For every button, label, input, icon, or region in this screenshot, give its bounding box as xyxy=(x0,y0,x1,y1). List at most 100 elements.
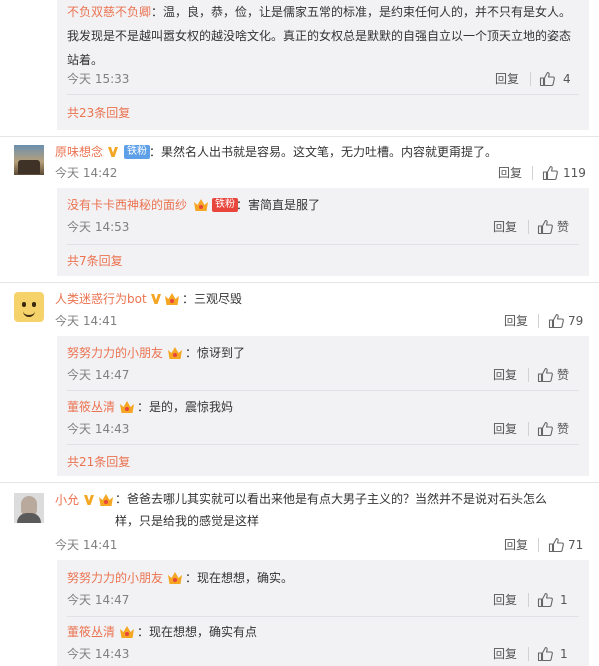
more-replies-link[interactable]: 共23条回复 xyxy=(67,104,130,122)
action-divider xyxy=(538,314,539,328)
fan-badge: 铁粉 xyxy=(124,145,150,159)
thumb-up-icon[interactable] xyxy=(548,313,564,329)
divider xyxy=(67,94,579,95)
reply-time: 今天 14:53 xyxy=(67,220,130,234)
action-divider xyxy=(538,538,539,552)
like-count: 79 xyxy=(568,314,584,328)
reply-button[interactable]: 回复 xyxy=(498,164,522,182)
comment-time: 今天 14:41 xyxy=(55,314,118,328)
reply-button[interactable]: 回复 xyxy=(495,70,519,88)
reply-button[interactable]: 回复 xyxy=(493,645,517,663)
reply-line: 努努力力的小朋友 xyxy=(67,344,163,362)
reply-text-line: ：现在想想，确实有点 xyxy=(137,625,258,639)
reply-button[interactable]: 回复 xyxy=(493,218,517,236)
member-crown-icon xyxy=(168,572,182,584)
like-count: 4 xyxy=(563,72,571,86)
reply-text-line: ：现在想想，确实。 xyxy=(185,571,294,585)
reply-time: 今天 14:47 xyxy=(67,593,130,607)
reply-text: 是的，震惊我妈 xyxy=(149,400,234,414)
like-label: 赞 xyxy=(557,422,570,436)
reply-button[interactable]: 回复 xyxy=(493,366,517,384)
reply-text: 惊讶到了 xyxy=(197,346,246,360)
thumb-up-icon[interactable] xyxy=(548,537,564,553)
like-count: 1 xyxy=(560,647,568,661)
comment-line: 人类迷惑行为bot xyxy=(55,290,147,308)
thumb-up-icon[interactable] xyxy=(537,219,553,235)
reply-line: 董筱丛清 xyxy=(67,623,115,641)
thumb-up-icon[interactable] xyxy=(537,367,553,383)
like-count: 71 xyxy=(568,538,584,552)
comment-text: 果然名人出书就是容易。这文笔，无力吐槽。内容就更甭提了。 xyxy=(161,145,498,159)
reply-card: 没有卡卡西神秘的面纱 铁粉 ：害简直是服了 今天 14:53 回复 赞 共7条回… xyxy=(57,188,589,276)
reply-username[interactable]: 董筱丛清 xyxy=(67,400,115,414)
reply-line: 董筱丛清 xyxy=(67,398,115,416)
reply-username[interactable]: 努努力力的小朋友 xyxy=(67,346,163,360)
comment-username[interactable]: 原味想念 xyxy=(55,145,103,159)
comment-line: 原味想念 xyxy=(55,143,103,161)
comment-username[interactable]: 小允 xyxy=(55,493,79,507)
comment-text-block: ：爸爸去哪儿其实就可以看出来他是有点大男子主义的？当然并不是说对石头怎么样，只是… xyxy=(115,492,548,528)
thread-divider xyxy=(0,482,599,483)
reply-username[interactable]: 董筱丛清 xyxy=(67,625,115,639)
reply-time: 今天 14:47 xyxy=(67,368,130,382)
reply-button[interactable]: 回复 xyxy=(493,591,517,609)
action-divider xyxy=(528,368,529,382)
more-replies-link[interactable]: 共21条回复 xyxy=(67,453,130,471)
reply-text: 害简直是服了 xyxy=(248,198,321,212)
reply-card: 努努力力的小朋友 ：现在想想，确实。 今天 14:47 回复 1 董筱丛清 ：现… xyxy=(57,560,589,666)
comment-time: 今天 14:42 xyxy=(55,166,118,180)
like-label: 赞 xyxy=(557,220,570,234)
comment-text: 爸爸去哪儿其实就可以看出来他是有点大男子主义的？当然并不是说对石头怎么样，只是给… xyxy=(115,492,548,528)
reply-button[interactable]: 回复 xyxy=(504,312,528,330)
comment-thread: 不负双慈不负卿：温，良，恭，俭，让是儒家五常的标准，是约束任何人的，并不只有是女… xyxy=(0,0,599,666)
like-label: 赞 xyxy=(557,368,570,382)
action-divider xyxy=(530,72,531,86)
divider xyxy=(67,444,579,445)
comment-text: 三观尽毁 xyxy=(194,292,243,306)
member-crown-icon xyxy=(120,626,134,638)
reply-text-line: ：害简直是服了 xyxy=(236,198,321,212)
comment-username[interactable]: 人类迷惑行为bot xyxy=(55,292,147,306)
vip-v-icon xyxy=(151,294,161,304)
vip-v-icon xyxy=(108,147,118,157)
avatar[interactable] xyxy=(14,292,44,322)
colon: ： xyxy=(151,5,164,19)
thumb-up-icon[interactable] xyxy=(537,646,553,662)
avatar[interactable] xyxy=(14,493,44,523)
thumb-up-icon[interactable] xyxy=(537,421,553,437)
reply-button[interactable]: 回复 xyxy=(504,536,528,554)
avatar[interactable] xyxy=(14,145,44,175)
like-count: 119 xyxy=(563,166,586,180)
divider xyxy=(67,244,579,245)
reply-time: 今天 15:33 xyxy=(67,72,130,86)
reply-button[interactable]: 回复 xyxy=(493,420,517,438)
member-crown-icon xyxy=(120,401,134,413)
divider xyxy=(67,390,579,391)
action-divider xyxy=(528,647,529,661)
member-crown-icon xyxy=(168,347,182,359)
more-replies-link[interactable]: 共7条回复 xyxy=(67,252,123,270)
thumb-up-icon[interactable] xyxy=(537,592,553,608)
reply-text-line: ：惊讶到了 xyxy=(185,346,246,360)
member-crown-icon xyxy=(194,199,208,211)
comment-time: 今天 14:41 xyxy=(55,538,118,552)
comment-line: 小允 xyxy=(55,491,79,509)
reply-username[interactable]: 没有卡卡西神秘的面纱 xyxy=(67,198,187,212)
reply-line: 努努力力的小朋友 xyxy=(67,569,163,587)
divider xyxy=(67,616,579,617)
reply-time: 今天 14:43 xyxy=(67,422,130,436)
reply-card: 努努力力的小朋友 ：惊讶到了 今天 14:47 回复 赞 董筱丛清 ：是的，震惊… xyxy=(57,336,589,476)
thumb-up-icon[interactable] xyxy=(539,71,555,87)
thumb-up-icon[interactable] xyxy=(542,165,558,181)
action-divider xyxy=(532,166,533,180)
member-crown-icon xyxy=(165,293,179,305)
reply-line: 没有卡卡西神秘的面纱 xyxy=(67,196,187,214)
vip-v-icon xyxy=(84,495,94,505)
thread-divider xyxy=(0,136,599,137)
like-count: 1 xyxy=(560,593,568,607)
comment-text-line: ：果然名人出书就是容易。这文笔，无力吐槽。内容就更甭提了。 xyxy=(149,145,498,159)
reply-username[interactable]: 努努力力的小朋友 xyxy=(67,571,163,585)
reply-username[interactable]: 不负双慈不负卿 xyxy=(67,5,151,19)
member-crown-icon xyxy=(99,494,113,506)
comment-text-line: ：三观尽毁 xyxy=(182,292,243,306)
